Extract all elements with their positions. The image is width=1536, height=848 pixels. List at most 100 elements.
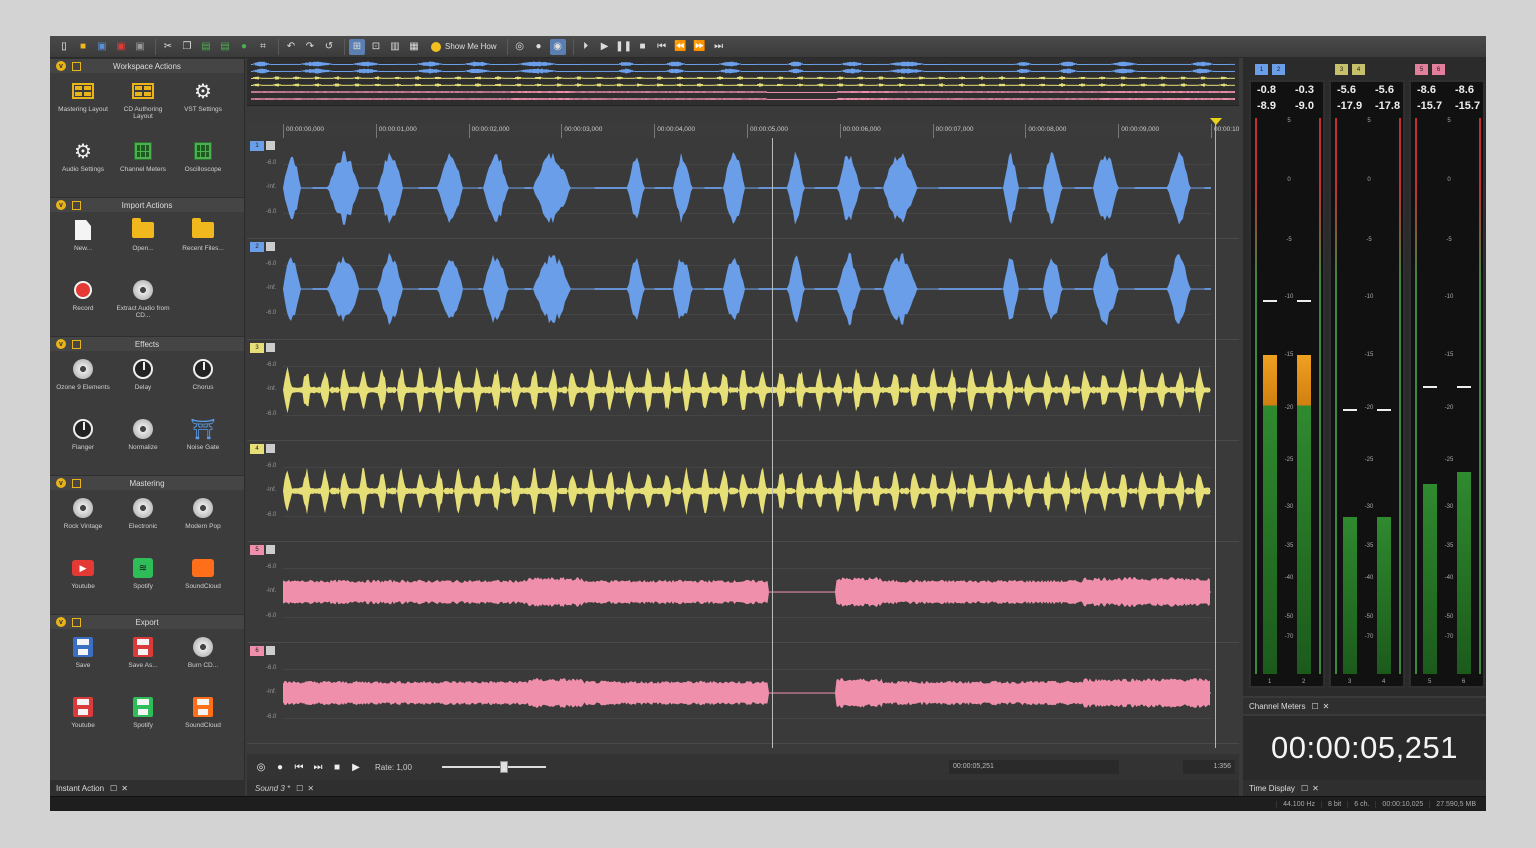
paste-mix-icon[interactable]: ▤ [217, 39, 233, 55]
document-tab[interactable]: Sound 3 * ☐ ✕ [247, 780, 1239, 796]
audio-track[interactable]: 6 -6.0 -Inf. -6.0 [247, 643, 1239, 744]
undo-icon[interactable]: ↶ [283, 39, 299, 55]
cut-icon[interactable]: ✂ [160, 39, 176, 55]
monitor-icon[interactable]: ◉ [549, 38, 566, 55]
electronic-button[interactable]: Electronic [113, 492, 173, 552]
audio-track[interactable]: 3 -6.0 -Inf. -6.0 [247, 340, 1239, 441]
record-button[interactable]: Record [53, 274, 113, 334]
delay-button[interactable]: Delay [113, 353, 173, 413]
redo-icon[interactable]: ↷ [302, 39, 318, 55]
channel-badge[interactable]: 2 [1272, 64, 1285, 75]
mastering-soundcloud-button[interactable]: SoundCloud [173, 552, 233, 612]
normalize-button[interactable]: Normalize [113, 413, 173, 473]
burn-cd-button[interactable]: Burn CD... [173, 631, 233, 691]
float-icon[interactable]: ☐ [296, 784, 303, 793]
chart-icon[interactable]: ▥ [387, 39, 403, 55]
new-file-icon[interactable]: ▯ [56, 39, 72, 55]
track-number[interactable]: 4 [250, 444, 264, 454]
new-file-button[interactable]: New... [53, 214, 113, 274]
channel-badge[interactable]: 6 [1432, 64, 1445, 75]
section-import-actions[interactable]: v Import Actions [50, 197, 244, 212]
chorus-button[interactable]: Chorus [173, 353, 233, 413]
track-collapse-button[interactable] [266, 444, 275, 453]
export-save-as-button[interactable]: Save As... [113, 631, 173, 691]
record-mode-icon[interactable]: ● [531, 39, 547, 55]
crop-icon[interactable]: ⌗ [255, 39, 271, 55]
mastering-layout-button[interactable]: Mastering Layout [53, 75, 113, 135]
audio-track[interactable]: 1 -6.0 -Inf. -6.0 [247, 138, 1239, 239]
channel-badge[interactable]: 5 [1415, 64, 1428, 75]
close-icon[interactable]: ✕ [1323, 702, 1330, 711]
skip-start-icon[interactable]: ⏮ [654, 39, 670, 55]
track-collapse-button[interactable] [266, 646, 275, 655]
stop-icon[interactable]: ■ [635, 39, 651, 55]
rewind-icon[interactable]: ⏪ [673, 39, 689, 55]
float-icon[interactable]: ☐ [110, 784, 117, 793]
rate-slider[interactable] [441, 761, 546, 773]
pause-icon[interactable]: ❚❚ [615, 39, 632, 55]
rate-slider-handle[interactable] [499, 761, 508, 773]
export-soundcloud-button[interactable]: SoundCloud [173, 691, 233, 751]
noise-gate-button[interactable]: ⛩ Noise Gate [173, 413, 233, 473]
copy-icon[interactable]: ❐ [179, 39, 195, 55]
save-all-icon[interactable]: ▣ [132, 39, 148, 55]
close-icon[interactable]: ✕ [307, 784, 314, 793]
mastering-spotify-button[interactable]: ≋ Spotify [113, 552, 173, 612]
time-ruler[interactable]: 00:00:00,000 00:00:01,000 00:00:02,000 00:0… [247, 124, 1239, 138]
track-number[interactable]: 5 [250, 545, 264, 555]
play-icon[interactable]: ▶ [597, 39, 613, 55]
rock-vintage-button[interactable]: Rock Vintage [53, 492, 113, 552]
float-icon[interactable]: ☐ [1301, 784, 1308, 793]
skip-end-icon[interactable]: ⏭ [312, 761, 324, 773]
track-collapse-button[interactable] [266, 343, 275, 352]
zoom-selection-icon[interactable]: ⊞ [349, 38, 365, 55]
instant-action-tab[interactable]: Instant Action ☐ ✕ [50, 780, 245, 796]
channel-meters-button[interactable]: Channel Meters [113, 135, 173, 195]
channel-badge[interactable]: 4 [1352, 64, 1365, 75]
track-collapse-button[interactable] [266, 242, 275, 251]
fast-forward-icon[interactable]: ⏩ [692, 39, 708, 55]
paste-new-icon[interactable]: ● [236, 39, 252, 55]
section-export[interactable]: v Export [50, 614, 244, 629]
audio-track[interactable]: 4 -6.0 -Inf. -6.0 [247, 441, 1239, 542]
extract-audio-cd-button[interactable]: Extract Audio from CD... [113, 274, 173, 334]
grid-icon[interactable]: ▦ [406, 39, 422, 55]
zoom-icon[interactable]: ⊡ [368, 39, 384, 55]
channel-badge[interactable]: 1 [1255, 64, 1268, 75]
open-folder-icon[interactable]: ■ [75, 39, 91, 55]
undo-history-icon[interactable]: ↺ [321, 39, 337, 55]
export-save-button[interactable]: Save [53, 631, 113, 691]
playhead-cursor[interactable] [772, 138, 773, 748]
mastering-youtube-button[interactable]: ▶ Youtube [53, 552, 113, 612]
record-icon[interactable]: ● [274, 761, 286, 773]
section-mastering[interactable]: v Mastering [50, 475, 244, 490]
channel-meters-tab[interactable]: Channel Meters ☐ ✕ [1243, 698, 1486, 714]
float-icon[interactable]: ☐ [1311, 702, 1318, 711]
track-number[interactable]: 6 [250, 646, 264, 656]
track-number[interactable]: 1 [250, 141, 264, 151]
cd-authoring-layout-button[interactable]: CD Authoring Layout [113, 75, 173, 135]
close-icon[interactable]: ✕ [121, 784, 128, 793]
stop-icon[interactable]: ■ [331, 761, 343, 773]
audio-track[interactable]: 5 -6.0 -Inf. -6.0 [247, 542, 1239, 643]
audio-settings-button[interactable]: ⚙ Audio Settings [53, 135, 113, 195]
play-icon[interactable]: ▶ [350, 761, 362, 773]
skip-end-icon[interactable]: ⏭ [711, 39, 727, 55]
open-file-button[interactable]: Open... [113, 214, 173, 274]
skip-start-icon[interactable]: ⏮ [293, 761, 305, 773]
section-workspace-actions[interactable]: v Workspace Actions [50, 58, 244, 73]
flanger-button[interactable]: Flanger [53, 413, 113, 473]
audio-track[interactable]: 2 -6.0 -Inf. -6.0 [247, 239, 1239, 340]
track-collapse-button[interactable] [266, 545, 275, 554]
paste-icon[interactable]: ▤ [198, 39, 214, 55]
save-as-icon[interactable]: ▣ [113, 39, 129, 55]
export-spotify-button[interactable]: Spotify [113, 691, 173, 751]
channel-badge[interactable]: 3 [1335, 64, 1348, 75]
save-icon[interactable]: ▣ [94, 39, 110, 55]
track-number[interactable]: 3 [250, 343, 264, 353]
show-me-how-button[interactable]: Show Me How [431, 41, 497, 52]
time-display-tab[interactable]: Time Display ☐ ✕ [1243, 780, 1486, 796]
close-icon[interactable]: ✕ [1312, 784, 1319, 793]
modern-pop-button[interactable]: Modern Pop [173, 492, 233, 552]
loop-icon[interactable]: ◎ [512, 39, 528, 55]
